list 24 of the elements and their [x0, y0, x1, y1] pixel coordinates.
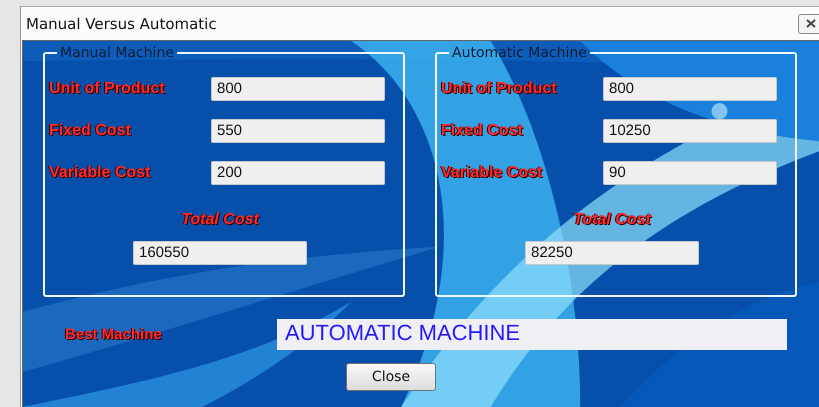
group-title: Automatic Machine [451, 45, 588, 61]
input-field[interactable]: 800 [603, 77, 777, 101]
total-field[interactable]: 160550 [133, 241, 307, 265]
input-field[interactable]: 200 [211, 161, 385, 185]
group-title: Manual Machine [59, 45, 175, 61]
close-dialog-button[interactable]: Close [346, 363, 436, 391]
input-field[interactable]: 800 [211, 77, 385, 101]
input-field[interactable]: 90 [603, 161, 777, 185]
input-field[interactable]: 550 [211, 119, 385, 143]
total-label: Total Cost [180, 211, 260, 229]
field-label: Unit of Product [441, 80, 558, 98]
close-icon [806, 19, 816, 28]
close-button[interactable] [798, 14, 819, 34]
total-field[interactable]: 82250 [525, 241, 699, 265]
field-label: Unit of Product [49, 80, 166, 98]
input-field[interactable]: 10250 [603, 119, 777, 143]
window-title: Manual Versus Automatic [26, 14, 217, 32]
result-field[interactable]: AUTOMATIC MACHINE [277, 319, 787, 350]
field-label: Fixed Cost [49, 122, 132, 140]
best-label: Best Machine [65, 326, 163, 343]
total-label: Total Cost [572, 211, 652, 229]
field-label: Variable Cost [49, 164, 152, 182]
field-label: Fixed Cost [441, 122, 524, 140]
field-label: Variable Cost [441, 164, 544, 182]
